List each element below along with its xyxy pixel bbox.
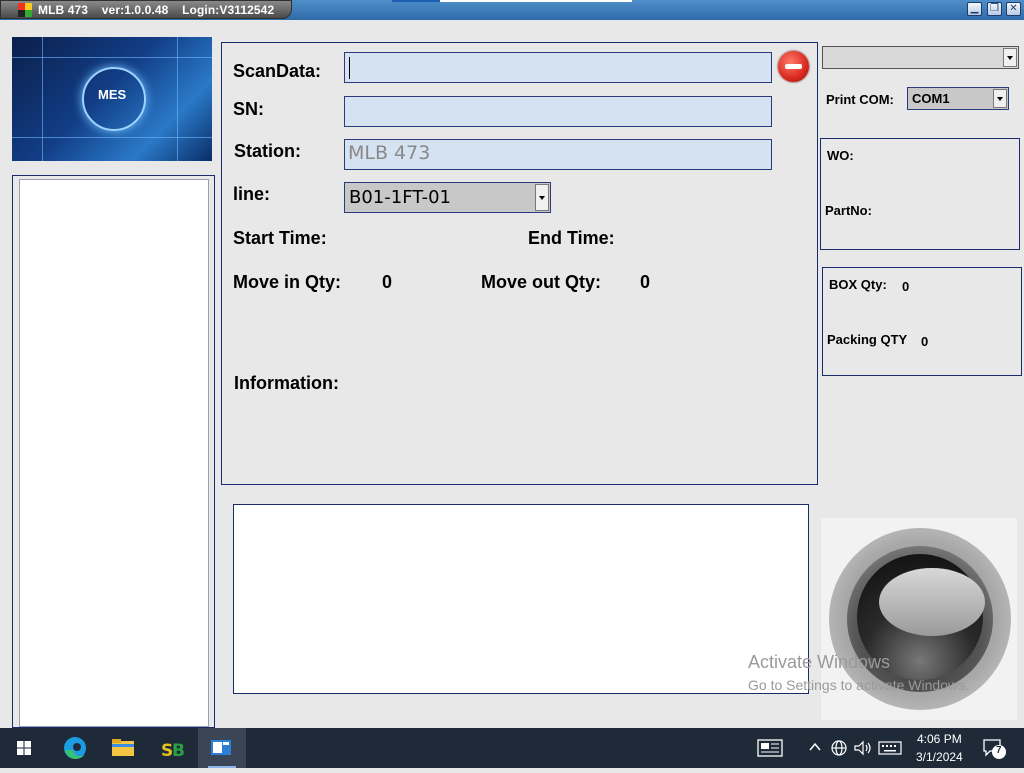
- wo-label: WO:: [827, 148, 854, 163]
- clock-time[interactable]: 4:06 PM: [917, 732, 962, 746]
- line-label: line:: [233, 184, 271, 204]
- sn-label: SN:: [233, 99, 264, 119]
- scandata-input[interactable]: [344, 52, 772, 83]
- file-explorer-icon[interactable]: [99, 728, 147, 768]
- mes-logo: MES: [12, 37, 212, 161]
- chevron-down-icon[interactable]: [993, 89, 1007, 108]
- app-icon: [18, 3, 32, 17]
- mes-app-icon[interactable]: [198, 728, 246, 768]
- close-button[interactable]: ✕: [1006, 2, 1021, 16]
- line-select[interactable]: B01-1FT-01: [344, 182, 551, 213]
- top-right-select[interactable]: [822, 46, 1019, 69]
- title-accent-white: [440, 0, 632, 2]
- title-tab: MLB 473 ver:1.0.0.48 Login:V3112542: [0, 0, 292, 19]
- activation-watermark-title: Activate Windows: [748, 652, 891, 672]
- chevron-up-icon[interactable]: [808, 739, 822, 758]
- volume-icon[interactable]: [853, 739, 873, 760]
- edge-icon[interactable]: [50, 728, 98, 768]
- start-icon[interactable]: [0, 728, 48, 768]
- packing-qty-label: Packing QTY: [827, 332, 908, 347]
- sn-input[interactable]: [344, 96, 772, 127]
- line-select-value: B01-1FT-01: [349, 187, 451, 208]
- packing-qty-value: 0: [921, 334, 929, 349]
- clock-date[interactable]: 3/1/2024: [916, 750, 963, 764]
- logo-text: MES: [98, 87, 127, 102]
- stop-icon[interactable]: [778, 51, 809, 82]
- box-qty-value: 0: [902, 279, 910, 294]
- partno-label: PartNo:: [825, 203, 872, 218]
- minimize-button[interactable]: ▁: [967, 2, 982, 16]
- notification-icon[interactable]: 7: [982, 738, 1008, 760]
- title-accent: [392, 0, 440, 2]
- taskbar: SB 4:06 PM 3/1/2024 7: [0, 728, 1024, 768]
- svg-text:B: B: [172, 741, 185, 761]
- move-in-qty-label: Move in Qty:: [233, 272, 342, 292]
- left-list[interactable]: [19, 179, 209, 727]
- network-globe-icon[interactable]: [830, 739, 848, 760]
- news-icon[interactable]: [757, 739, 783, 760]
- station-label: Station:: [234, 141, 301, 161]
- chevron-down-icon[interactable]: [1003, 48, 1017, 67]
- information-label: Information:: [234, 373, 339, 393]
- window-title: MLB 473 ver:1.0.0.48 Login:V3112542: [38, 3, 275, 17]
- keyboard-icon[interactable]: [878, 740, 902, 759]
- station-field: MLB 473: [344, 139, 772, 170]
- print-com-select[interactable]: COM1: [907, 87, 1009, 110]
- move-in-qty-value: 0: [382, 272, 393, 292]
- box-qty-label: BOX Qty:: [829, 277, 887, 292]
- text-caret: [349, 57, 350, 79]
- title-bar: MLB 473 ver:1.0.0.48 Login:V3112542 ▁ ❐ …: [0, 0, 1024, 20]
- restore-button[interactable]: ❐: [987, 2, 1002, 16]
- print-com-label: Print COM:: [826, 92, 894, 107]
- print-com-value: COM1: [912, 91, 950, 106]
- start-time-label: Start Time:: [233, 228, 327, 248]
- app-sb-icon[interactable]: SB: [148, 728, 196, 768]
- chevron-down-icon[interactable]: [535, 184, 549, 211]
- scandata-label: ScanData:: [233, 61, 322, 81]
- move-out-qty-label: Move out Qty:: [481, 272, 601, 292]
- activation-watermark-text: Go to Settings to activate Windows.: [748, 677, 969, 693]
- left-list-panel: [12, 175, 215, 728]
- notification-count: 7: [996, 745, 1002, 756]
- message-log[interactable]: [233, 504, 809, 694]
- move-out-qty-value: 0: [640, 272, 651, 292]
- end-time-label: End Time:: [528, 228, 615, 248]
